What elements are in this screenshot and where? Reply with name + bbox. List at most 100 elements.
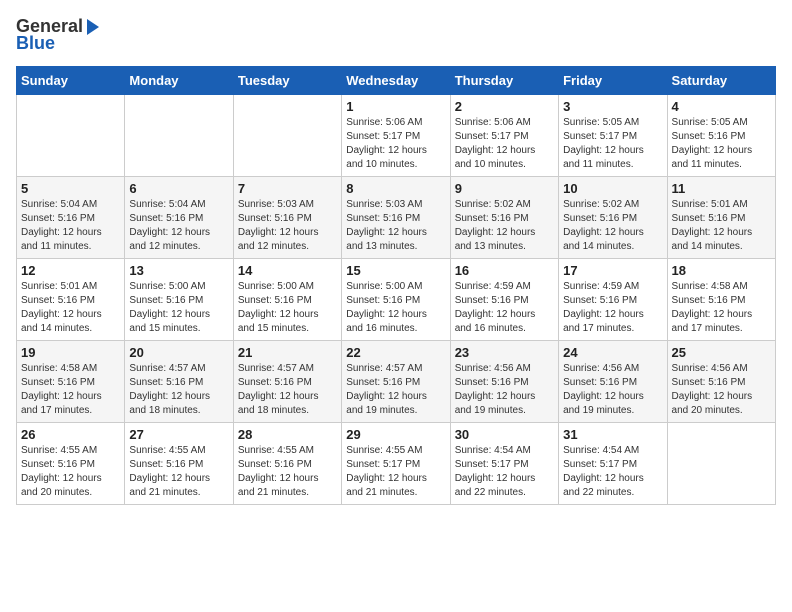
- day-info: Sunrise: 4:54 AM Sunset: 5:17 PM Dayligh…: [563, 444, 662, 500]
- calendar-cell: 25 Sunrise: 4:56 AM Sunset: 5:16 PM Dayli…: [667, 341, 775, 423]
- calendar-cell: 11 Sunrise: 5:01 AM Sunset: 5:16 PM Dayli…: [667, 177, 775, 259]
- column-header-friday: Friday: [559, 67, 667, 95]
- calendar-cell: 20Sunrise: 4:57 AM Sunset: 5:16 PM Dayli…: [125, 341, 233, 423]
- day-info: Sunrise: 4:59 AM Sunset: 5:16 PM Dayligh…: [455, 280, 554, 336]
- calendar-header-row: SundayMondayTuesdayWednesdayThursdayFrid…: [17, 67, 776, 95]
- day-info: Sunrise: 5:01 AM Sunset: 5:16 PM Dayligh…: [672, 198, 771, 254]
- day-number: 17: [563, 263, 662, 278]
- day-number: 2: [455, 99, 554, 114]
- day-info: Sunrise: 5:04 AM Sunset: 5:16 PM Dayligh…: [21, 198, 120, 254]
- day-info: Sunrise: 4:55 AM Sunset: 5:17 PM Dayligh…: [346, 444, 445, 500]
- day-info: Sunrise: 4:57 AM Sunset: 5:16 PM Dayligh…: [346, 362, 445, 418]
- day-number: 28: [238, 427, 337, 442]
- calendar-cell: 17 Sunrise: 4:59 AM Sunset: 5:16 PM Dayli…: [559, 259, 667, 341]
- column-header-monday: Monday: [125, 67, 233, 95]
- calendar-cell: 8 Sunrise: 5:03 AM Sunset: 5:16 PM Daylig…: [342, 177, 450, 259]
- day-number: 20: [129, 345, 228, 360]
- day-number: 21: [238, 345, 337, 360]
- logo-blue-text: Blue: [16, 33, 55, 54]
- calendar-cell: [667, 423, 775, 505]
- calendar-cell: [233, 95, 341, 177]
- day-number: 22: [346, 345, 445, 360]
- day-info: Sunrise: 5:00 AM Sunset: 5:16 PM Dayligh…: [238, 280, 337, 336]
- day-info: Sunrise: 4:59 AM Sunset: 5:16 PM Dayligh…: [563, 280, 662, 336]
- day-info: Sunrise: 5:05 AM Sunset: 5:17 PM Dayligh…: [563, 116, 662, 172]
- calendar-cell: 19 Sunrise: 4:58 AM Sunset: 5:16 PM Dayli…: [17, 341, 125, 423]
- calendar-cell: 21 Sunrise: 4:57 AM Sunset: 5:16 PM Dayli…: [233, 341, 341, 423]
- day-info: Sunrise: 5:00 AM Sunset: 5:16 PM Dayligh…: [129, 280, 228, 336]
- calendar-cell: 24Sunrise: 4:56 AM Sunset: 5:16 PM Dayli…: [559, 341, 667, 423]
- day-number: 1: [346, 99, 445, 114]
- column-header-thursday: Thursday: [450, 67, 558, 95]
- calendar-cell: 12Sunrise: 5:01 AM Sunset: 5:16 PM Dayli…: [17, 259, 125, 341]
- calendar-cell: 15 Sunrise: 5:00 AM Sunset: 5:16 PM Dayli…: [342, 259, 450, 341]
- day-number: 18: [672, 263, 771, 278]
- day-number: 6: [129, 181, 228, 196]
- day-number: 19: [21, 345, 120, 360]
- calendar-cell: 9 Sunrise: 5:02 AM Sunset: 5:16 PM Daylig…: [450, 177, 558, 259]
- day-number: 24: [563, 345, 662, 360]
- day-number: 14: [238, 263, 337, 278]
- day-info: Sunrise: 5:06 AM Sunset: 5:17 PM Dayligh…: [346, 116, 445, 172]
- day-info: Sunrise: 4:57 AM Sunset: 5:16 PM Dayligh…: [238, 362, 337, 418]
- day-info: Sunrise: 4:54 AM Sunset: 5:17 PM Dayligh…: [455, 444, 554, 500]
- calendar-cell: [125, 95, 233, 177]
- day-info: Sunrise: 5:01 AM Sunset: 5:16 PM Dayligh…: [21, 280, 120, 336]
- calendar-cell: 28 Sunrise: 4:55 AM Sunset: 5:16 PM Dayli…: [233, 423, 341, 505]
- day-info: Sunrise: 4:56 AM Sunset: 5:16 PM Dayligh…: [672, 362, 771, 418]
- day-info: Sunrise: 5:00 AM Sunset: 5:16 PM Dayligh…: [346, 280, 445, 336]
- logo-arrow-icon: [87, 19, 99, 35]
- calendar-cell: 4Sunrise: 5:05 AM Sunset: 5:16 PM Daylig…: [667, 95, 775, 177]
- day-info: Sunrise: 5:03 AM Sunset: 5:16 PM Dayligh…: [346, 198, 445, 254]
- column-header-sunday: Sunday: [17, 67, 125, 95]
- day-number: 11: [672, 181, 771, 196]
- calendar-cell: 30 Sunrise: 4:54 AM Sunset: 5:17 PM Dayli…: [450, 423, 558, 505]
- column-header-saturday: Saturday: [667, 67, 775, 95]
- column-header-tuesday: Tuesday: [233, 67, 341, 95]
- day-info: Sunrise: 4:58 AM Sunset: 5:16 PM Dayligh…: [21, 362, 120, 418]
- calendar-cell: 10 Sunrise: 5:02 AM Sunset: 5:16 PM Dayli…: [559, 177, 667, 259]
- day-number: 15: [346, 263, 445, 278]
- day-number: 4: [672, 99, 771, 114]
- calendar-cell: 29 Sunrise: 4:55 AM Sunset: 5:17 PM Dayli…: [342, 423, 450, 505]
- calendar-cell: 26 Sunrise: 4:55 AM Sunset: 5:16 PM Dayli…: [17, 423, 125, 505]
- calendar-cell: 13 Sunrise: 5:00 AM Sunset: 5:16 PM Dayli…: [125, 259, 233, 341]
- day-number: 30: [455, 427, 554, 442]
- day-number: 8: [346, 181, 445, 196]
- calendar-cell: 23 Sunrise: 4:56 AM Sunset: 5:16 PM Dayli…: [450, 341, 558, 423]
- calendar-cell: 18 Sunrise: 4:58 AM Sunset: 5:16 PM Dayli…: [667, 259, 775, 341]
- day-number: 9: [455, 181, 554, 196]
- calendar-cell: 2Sunrise: 5:06 AM Sunset: 5:17 PM Daylig…: [450, 95, 558, 177]
- day-info: Sunrise: 4:55 AM Sunset: 5:16 PM Dayligh…: [21, 444, 120, 500]
- calendar-cell: [17, 95, 125, 177]
- day-number: 10: [563, 181, 662, 196]
- day-info: Sunrise: 4:58 AM Sunset: 5:16 PM Dayligh…: [672, 280, 771, 336]
- calendar-cell: 3Sunrise: 5:05 AM Sunset: 5:17 PM Daylig…: [559, 95, 667, 177]
- day-info: Sunrise: 5:02 AM Sunset: 5:16 PM Dayligh…: [455, 198, 554, 254]
- day-info: Sunrise: 4:55 AM Sunset: 5:16 PM Dayligh…: [238, 444, 337, 500]
- day-info: Sunrise: 4:55 AM Sunset: 5:16 PM Dayligh…: [129, 444, 228, 500]
- day-number: 29: [346, 427, 445, 442]
- day-number: 7: [238, 181, 337, 196]
- day-number: 25: [672, 345, 771, 360]
- day-number: 13: [129, 263, 228, 278]
- calendar-cell: 7 Sunrise: 5:03 AM Sunset: 5:16 PM Daylig…: [233, 177, 341, 259]
- day-number: 23: [455, 345, 554, 360]
- day-number: 16: [455, 263, 554, 278]
- calendar-cell: 5 Sunrise: 5:04 AM Sunset: 5:16 PM Daylig…: [17, 177, 125, 259]
- day-info: Sunrise: 5:03 AM Sunset: 5:16 PM Dayligh…: [238, 198, 337, 254]
- calendar-cell: 14 Sunrise: 5:00 AM Sunset: 5:16 PM Dayli…: [233, 259, 341, 341]
- day-info: Sunrise: 5:02 AM Sunset: 5:16 PM Dayligh…: [563, 198, 662, 254]
- calendar-week-row: 5 Sunrise: 5:04 AM Sunset: 5:16 PM Daylig…: [17, 177, 776, 259]
- column-header-wednesday: Wednesday: [342, 67, 450, 95]
- calendar-cell: 31Sunrise: 4:54 AM Sunset: 5:17 PM Dayli…: [559, 423, 667, 505]
- calendar-week-row: 26 Sunrise: 4:55 AM Sunset: 5:16 PM Dayli…: [17, 423, 776, 505]
- day-number: 5: [21, 181, 120, 196]
- logo: General Blue: [16, 16, 99, 54]
- calendar-cell: 1 Sunrise: 5:06 AM Sunset: 5:17 PM Daylig…: [342, 95, 450, 177]
- day-number: 27: [129, 427, 228, 442]
- day-number: 26: [21, 427, 120, 442]
- day-info: Sunrise: 4:56 AM Sunset: 5:16 PM Dayligh…: [455, 362, 554, 418]
- calendar-cell: 22 Sunrise: 4:57 AM Sunset: 5:16 PM Dayli…: [342, 341, 450, 423]
- calendar-week-row: 1 Sunrise: 5:06 AM Sunset: 5:17 PM Daylig…: [17, 95, 776, 177]
